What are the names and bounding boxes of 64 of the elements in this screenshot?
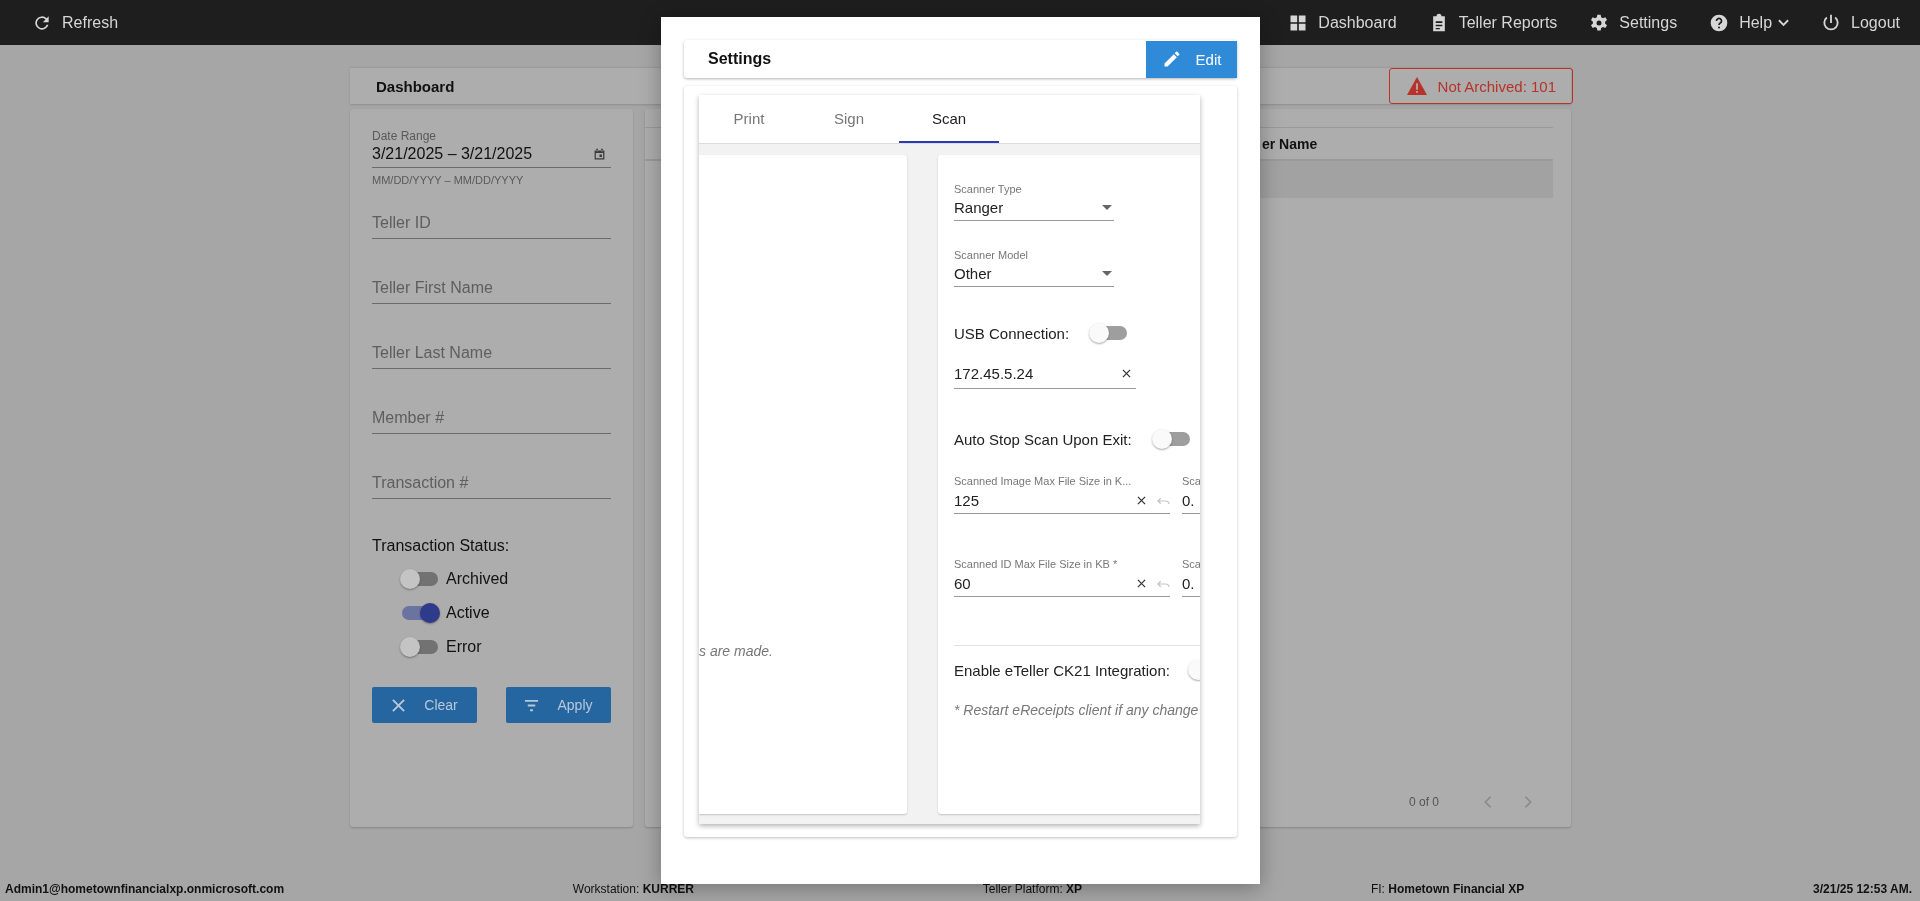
settings-icon — [1589, 12, 1610, 33]
dialog-title: Settings — [708, 50, 772, 68]
note-text: * Restart eReceipts client if any change — [954, 702, 1200, 718]
next-page-icon[interactable] — [1523, 795, 1533, 809]
setting-label: Enable eTeller CK21 Integration: — [954, 661, 1170, 679]
input-field[interactable]: 172.45.5.24 — [954, 365, 1136, 389]
previous-page-icon[interactable] — [1483, 795, 1493, 809]
warning-icon — [1405, 76, 1428, 96]
help-icon — [1709, 12, 1730, 33]
input-field[interactable]: Teller First Name — [372, 279, 611, 304]
institution-info: FI: Hometown Financial XP — [1370, 882, 1525, 896]
input-field[interactable]: Sca 0. — [1182, 558, 1200, 597]
input-field[interactable]: Scanned Image Max File Size in K... 125 — [954, 475, 1170, 514]
input-field[interactable]: Teller ID — [372, 214, 611, 239]
clear-button[interactable]: Clear — [372, 687, 477, 723]
toggle-switch[interactable] — [402, 640, 438, 654]
nav-link[interactable]: Settings — [1589, 12, 1678, 33]
status-label: Transaction Status: — [372, 537, 511, 555]
refresh-button[interactable]: Refresh — [32, 12, 119, 33]
select-field[interactable]: Scanner Model Other — [954, 249, 1114, 287]
setting-label: USB Connection: — [954, 324, 1070, 342]
toggle-switch[interactable] — [402, 606, 438, 620]
setting-label: Auto Stop Scan Upon Exit: — [954, 430, 1132, 448]
toggle-switch[interactable] — [1091, 326, 1128, 340]
input-field[interactable]: Scanned ID Max File Size in KB * 60 — [954, 558, 1170, 597]
workstation-info: Workstation: KURRER — [572, 882, 694, 896]
date-format-hint: MM/DD/YYYY – MM/DD/YYYY — [372, 174, 525, 186]
input-field[interactable]: Teller Last Name — [372, 344, 611, 369]
undo-icon[interactable] — [1157, 496, 1170, 505]
input-field[interactable]: Transaction # — [372, 474, 611, 499]
toggle-switch[interactable] — [1153, 432, 1190, 446]
filter-icon — [524, 697, 540, 713]
power-icon — [1821, 12, 1842, 33]
input-field[interactable]: Sca 0. — [1182, 475, 1200, 514]
date-range-field[interactable]: Date Range 3/21/2025 – 3/21/2025 — [372, 129, 611, 168]
nav-link[interactable]: Dashboard — [1288, 12, 1397, 33]
nav-link[interactable]: Teller Reports — [1428, 12, 1558, 33]
clear-icon[interactable] — [1137, 579, 1146, 588]
clear-icon[interactable] — [1137, 496, 1146, 505]
input-field[interactable]: Member # — [372, 409, 611, 434]
edit-button[interactable]: Edit — [1146, 40, 1237, 78]
platform-info: Teller Platform: XP — [982, 882, 1083, 896]
undo-icon[interactable] — [1157, 579, 1170, 588]
tab[interactable]: Scan — [899, 95, 999, 143]
nav-link[interactable]: Logout — [1821, 12, 1900, 33]
tab[interactable]: Print — [699, 95, 799, 143]
toggle-switch[interactable] — [402, 572, 438, 586]
calendar-icon[interactable] — [593, 147, 606, 161]
nav-link[interactable]: Help — [1709, 12, 1790, 33]
note-text: s are made. — [699, 643, 774, 659]
dropdown-arrow-icon — [1102, 205, 1112, 210]
select-field[interactable]: Scanner Type Ranger — [954, 183, 1114, 221]
apply-button[interactable]: Apply — [506, 687, 611, 723]
column-header[interactable]: er Name — [1262, 135, 1318, 152]
user-email: Admin1@hometownfinancialxp.onmicrosoft.com — [5, 882, 285, 896]
status-option: Active — [446, 604, 490, 622]
dropdown-arrow-icon — [1102, 271, 1112, 276]
close-icon — [391, 697, 407, 713]
page-title: Dashboard — [376, 77, 455, 95]
date-time: 3/21/25 12:53 AM. — [1813, 882, 1912, 896]
status-option: Archived — [446, 570, 509, 588]
status-option: Error — [446, 638, 482, 656]
clear-icon[interactable] — [1122, 369, 1131, 378]
pagination-count: 0 of 0 — [1408, 795, 1439, 809]
